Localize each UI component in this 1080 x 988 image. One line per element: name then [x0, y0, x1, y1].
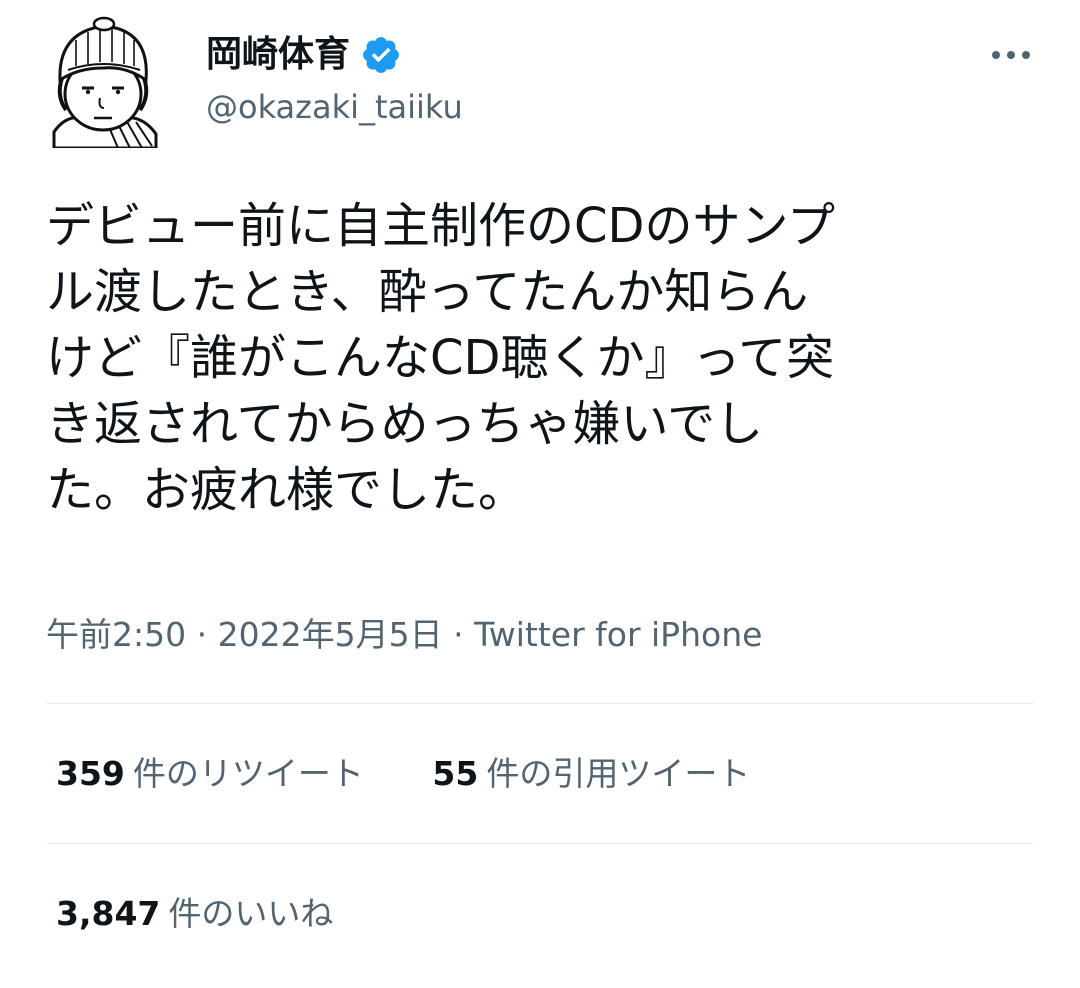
verified-badge-icon [360, 34, 402, 76]
more-dots-icon [992, 51, 1030, 59]
tweet-text-line: き返されてからめっちゃ嫌いでし [46, 396, 764, 452]
like-label: 件のいいね [168, 894, 334, 933]
divider [46, 843, 1034, 844]
tweet-date[interactable]: 2022年5月5日 [218, 615, 443, 654]
tweet-source-link[interactable]: Twitter for iPhone [474, 615, 762, 654]
tweet-text-line: デビュー前に自主制作のCDのサンプ [46, 198, 836, 254]
cartoon-portrait-avatar-icon [52, 16, 158, 150]
meta-separator: · [196, 615, 218, 654]
quote-tweets-stat[interactable]: 55 件の引用ツイート [432, 746, 750, 802]
like-count: 3,847 [56, 894, 161, 933]
more-options-button[interactable] [984, 28, 1038, 82]
retweets-stat[interactable]: 359 件のリツイート [56, 746, 364, 802]
likes-stats-row: 3,847 件のいいね [56, 886, 333, 942]
retweet-label: 件のリツイート [132, 754, 364, 793]
display-name[interactable]: 岡崎体育 [206, 28, 350, 82]
tweet-text: デビュー前に自主制作のCDのサンプ ル渡したとき、酔ってたんか知らん けど『誰が… [46, 193, 1036, 523]
tweet-text-line: けど『誰がこんなCD聴くか』って突 [46, 330, 835, 386]
tweet-text-line: ル渡したとき、酔ってたんか知らん [46, 264, 809, 320]
avatar[interactable] [46, 14, 160, 150]
user-handle[interactable]: @okazaki_taiiku [206, 84, 463, 130]
tweet-text-line: た。お疲れ様でした。 [46, 462, 527, 518]
quote-label: 件の引用ツイート [486, 754, 751, 793]
tweet-metadata: 午前2:50 · 2022年5月5日 · Twitter for iPhone [46, 612, 762, 658]
likes-stat[interactable]: 3,847 件のいいね [56, 886, 333, 942]
quote-count: 55 [432, 754, 479, 793]
meta-separator: · [453, 615, 475, 654]
retweet-count: 359 [56, 754, 125, 793]
divider [46, 703, 1034, 704]
retweet-stats-row: 359 件のリツイート 55 件の引用ツイート [56, 746, 750, 802]
display-name-row[interactable]: 岡崎体育 [206, 28, 402, 82]
tweet-time[interactable]: 午前2:50 [46, 615, 186, 654]
